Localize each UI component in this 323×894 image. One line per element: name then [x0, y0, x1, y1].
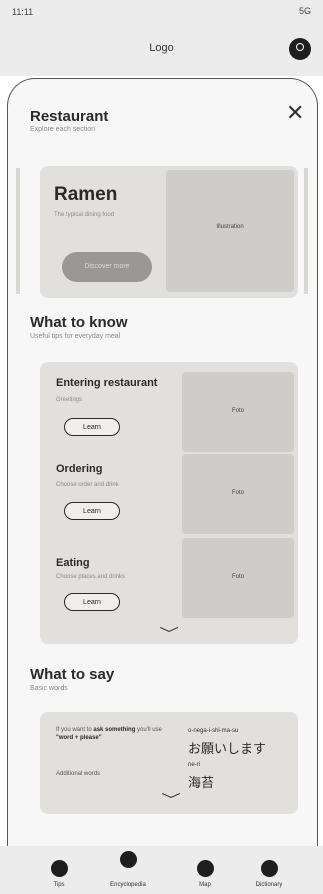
status-bar: 11:11 5G: [0, 0, 323, 24]
item-title-ordering: Ordering: [56, 463, 103, 475]
photo-ordering: Foto: [182, 454, 294, 534]
sheet-title: Restaurant: [30, 108, 109, 125]
item-title-entering: Entering restaurant: [56, 377, 158, 389]
profile-icon[interactable]: [289, 38, 311, 60]
sheet-subtitle: Explore each section: [30, 126, 95, 133]
tab-tips[interactable]: Tips: [24, 882, 94, 888]
tab-map[interactable]: Map: [170, 882, 240, 888]
phrase-explanation-quote: "word + please": [56, 735, 102, 741]
map-tab-icon[interactable]: [197, 860, 214, 877]
phrase-romaji: o-nega-i-shi-ma-su: [188, 728, 239, 734]
close-icon[interactable]: ✕: [286, 102, 304, 124]
carousel-next-peek[interactable]: [304, 168, 308, 294]
word-japanese: 海苔: [188, 776, 215, 791]
what-to-say-subtitle: Basic words: [30, 685, 68, 692]
expand-chevron-icon[interactable]: ﹀: [159, 624, 179, 644]
what-to-say-title: What to say: [30, 666, 115, 683]
phrase-japanese: お願いします: [188, 742, 267, 757]
learn-button-eating[interactable]: Learn: [64, 593, 120, 611]
word-romaji: ne-ri: [188, 762, 201, 768]
expand-chevron-icon[interactable]: ﹀: [161, 790, 181, 810]
status-icons: 5G: [298, 6, 311, 16]
hero-description: The typical dining food: [54, 212, 115, 218]
learn-button-ordering[interactable]: Learn: [64, 502, 120, 520]
phrase-explanation-text: you'll use: [135, 727, 162, 733]
phrase-explanation-bold: ask something: [93, 727, 136, 733]
phrase-explanation: If you want to ask something you'll use …: [56, 726, 168, 742]
discover-more-button[interactable]: Discover more: [62, 252, 152, 282]
photo-label: Foto: [231, 574, 244, 580]
hero-illustration: Illustration: [166, 170, 294, 292]
app-logo: Logo: [149, 42, 174, 54]
bottom-tab-bar: Tips Encyclopedia Map Dictionary: [0, 846, 323, 894]
app-bar: Logo: [0, 24, 323, 76]
status-time: 11:11: [12, 7, 34, 17]
what-to-know-title: What to know: [30, 314, 128, 331]
additional-words-label: Additional words: [56, 771, 101, 777]
photo-eating: Foto: [182, 538, 294, 618]
item-subtitle-entering: Greetings: [56, 397, 83, 403]
hero-title: Ramen: [54, 184, 118, 205]
tab-dictionary[interactable]: Dictionary: [234, 882, 304, 888]
hero-illustration-label: Illustration: [216, 224, 244, 230]
tips-tab-icon[interactable]: [51, 860, 68, 877]
encyclopedia-tab-icon[interactable]: [120, 851, 137, 868]
tab-encyclopedia[interactable]: Encyclopedia: [93, 882, 163, 888]
phrase-explanation-text: If you want to: [56, 727, 94, 733]
photo-label: Foto: [231, 408, 244, 414]
what-to-know-subtitle: Useful tips for everyday meal: [30, 333, 121, 340]
dictionary-tab-icon[interactable]: [261, 860, 278, 877]
learn-button-entering[interactable]: Learn: [64, 418, 120, 436]
item-subtitle-eating: Choose places and drinks: [56, 574, 126, 580]
photo-entering: Foto: [182, 372, 294, 452]
carousel-prev-peek[interactable]: [16, 168, 20, 294]
item-subtitle-ordering: Choose order and drink: [56, 482, 119, 488]
photo-label: Foto: [231, 490, 244, 496]
item-title-eating: Eating: [56, 557, 90, 569]
